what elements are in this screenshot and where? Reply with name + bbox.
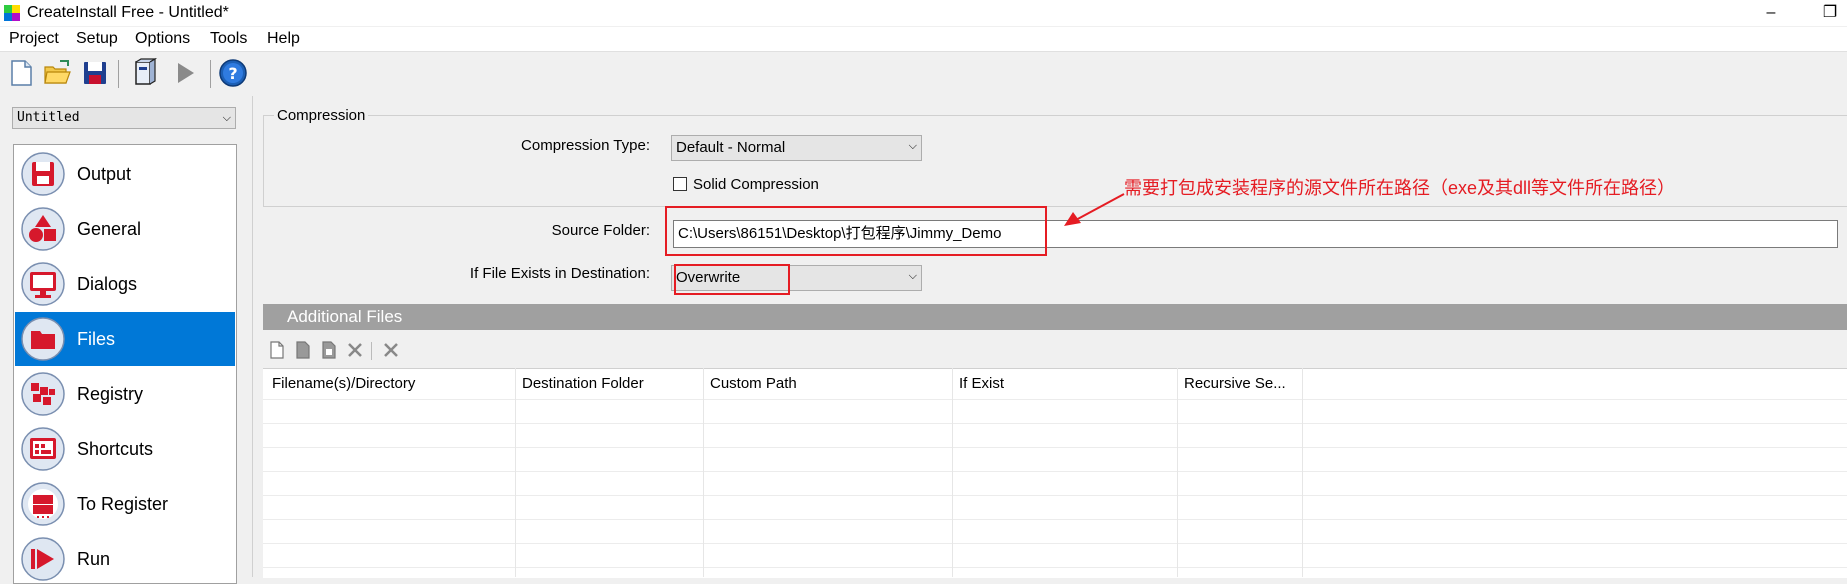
table-row (263, 423, 1847, 424)
to-register-icon (21, 482, 65, 526)
edit-file-icon[interactable] (319, 340, 339, 360)
chevron-down-icon: ⌵ (222, 111, 231, 124)
sidebar-item-label: To Register (77, 494, 169, 514)
sidebar-item-label: Dialogs (77, 274, 138, 294)
svg-text:?: ? (228, 64, 237, 83)
sidebar-item-output[interactable]: Output (15, 147, 235, 201)
chevron-down-icon: ⌵ (908, 139, 917, 152)
annotation-arrow-icon (1064, 193, 1125, 226)
additional-files-header (263, 304, 1847, 330)
sidebar-item-general[interactable]: General (15, 202, 235, 256)
new-file-icon[interactable] (6, 58, 36, 88)
annotation-text: 需要打包成安装程序的源文件所在路径（exe及其dll等文件所在路径） (1124, 178, 1676, 198)
table-row (263, 495, 1847, 496)
registry-icon (21, 372, 65, 416)
highlight-box-source (665, 206, 1047, 256)
delete-icon[interactable] (345, 340, 365, 360)
open-folder-icon[interactable] (42, 58, 72, 88)
app-icon (4, 5, 20, 21)
table-row (263, 567, 1847, 568)
sidebar-item-label: Shortcuts (77, 439, 154, 459)
sidebar-item-label: Registry (77, 384, 144, 404)
sidebar-item-shortcuts[interactable]: Shortcuts (15, 422, 235, 476)
column-divider[interactable] (1177, 368, 1178, 577)
column-divider[interactable] (703, 368, 704, 577)
build-icon[interactable] (128, 58, 158, 88)
column-header-recursive[interactable]: Recursive Se... (1184, 375, 1286, 392)
sidebar-item-label: General (77, 219, 142, 239)
run-icon[interactable] (170, 58, 200, 88)
menu-setup[interactable]: Setup (76, 30, 118, 48)
column-divider[interactable] (952, 368, 953, 577)
add-file-icon[interactable] (267, 340, 287, 360)
column-header-filename[interactable]: Filename(s)/Directory (272, 375, 415, 392)
menu-tools[interactable]: Tools (210, 30, 247, 48)
sidebar-item-to-register[interactable]: To Register (15, 477, 235, 531)
project-selector-value: Untitled (17, 110, 80, 125)
run-icon (21, 537, 65, 581)
project-selector[interactable]: Untitled ⌵ (12, 107, 236, 129)
dialogs-icon (21, 262, 65, 306)
sidebar-item-label: Run (77, 549, 111, 569)
files-icon (21, 317, 65, 361)
sidebar-item-run[interactable]: Run (15, 532, 235, 583)
if-exists-label: If File Exists in Destination: (469, 265, 650, 282)
add-folder-icon[interactable] (293, 340, 313, 360)
column-header-custom-path[interactable]: Custom Path (710, 375, 797, 392)
sidebar-item-dialogs[interactable]: Dialogs (15, 257, 235, 311)
sidebar-item-registry[interactable]: Registry (15, 367, 235, 421)
compression-type-label: Compression Type: (521, 137, 650, 154)
menu-help[interactable]: Help (267, 30, 300, 48)
clear-all-icon[interactable] (381, 340, 401, 360)
column-divider[interactable] (515, 368, 516, 577)
column-header-if-exist[interactable]: If Exist (959, 375, 1004, 392)
additional-files-title: Additional Files (287, 307, 403, 326)
table-row (263, 399, 1847, 400)
save-icon[interactable] (80, 58, 110, 88)
panel-divider (252, 96, 253, 577)
sidebar-nav: Output General Dialogs Files Registry Sh… (13, 144, 237, 584)
compression-type-value: Default - Normal (676, 139, 786, 156)
help-icon[interactable]: ? (218, 58, 248, 88)
output-icon (21, 152, 65, 196)
menu-options[interactable]: Options (135, 30, 190, 48)
toolbar-separator (210, 60, 211, 88)
menu-bar: Project Setup Options Tools Help (0, 27, 1847, 52)
window-title: CreateInstall Free - Untitled* (27, 4, 229, 21)
highlight-box-if-exists (674, 264, 790, 295)
table-row (263, 519, 1847, 520)
column-divider[interactable] (1302, 368, 1303, 577)
files-toolbar (263, 336, 463, 364)
table-row (263, 447, 1847, 448)
compression-group-title: Compression (274, 107, 369, 124)
restore-button[interactable]: ❐ (1816, 2, 1844, 24)
table-row (263, 543, 1847, 544)
minimize-button[interactable]: – (1757, 2, 1785, 24)
sidebar-item-label: Output (77, 164, 132, 184)
source-folder-label: Source Folder: (551, 222, 650, 239)
toolbar-separator (118, 60, 119, 88)
shortcuts-icon (21, 427, 65, 471)
compression-type-select[interactable]: Default - Normal ⌵ (671, 135, 922, 161)
chevron-down-icon: ⌵ (908, 269, 917, 282)
table-row (263, 471, 1847, 472)
column-header-destination[interactable]: Destination Folder (522, 375, 644, 392)
sidebar-item-label: Files (77, 329, 116, 349)
solid-compression-checkbox[interactable] (673, 177, 687, 191)
menu-project[interactable]: Project (9, 30, 59, 48)
general-icon (21, 207, 65, 251)
solid-compression-label: Solid Compression (693, 176, 819, 193)
main-toolbar: ? (0, 52, 1847, 96)
toolbar-separator (371, 342, 372, 360)
sidebar-item-files[interactable]: Files (15, 312, 235, 366)
title-bar: CreateInstall Free - Untitled* – ❐ (0, 0, 1847, 26)
